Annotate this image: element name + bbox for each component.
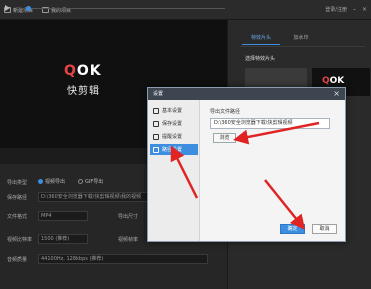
arrow-to-browse [233, 121, 320, 145]
annotation-arrows [170, 121, 320, 230]
arrow-to-ok [264, 179, 306, 230]
arrow-to-path-settings [170, 145, 199, 199]
